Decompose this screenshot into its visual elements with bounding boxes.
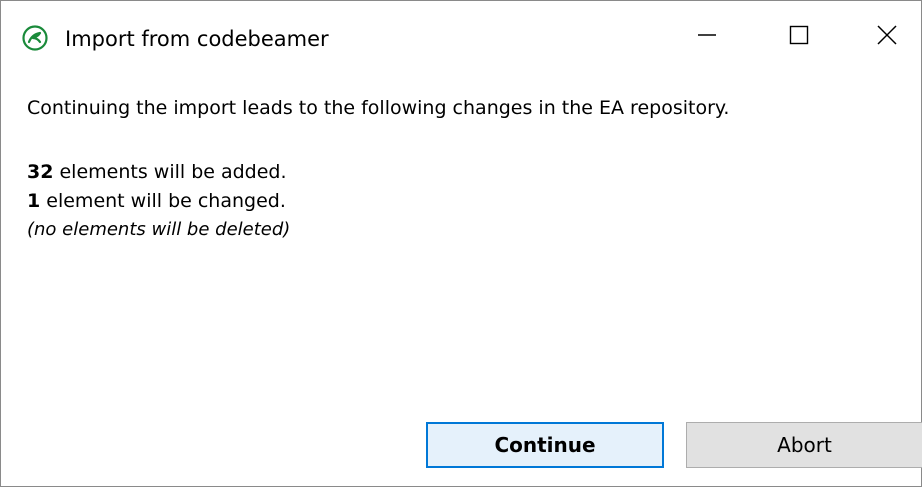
continue-button[interactable]: Continue [426, 422, 664, 468]
codebeamer-logo-icon [22, 25, 48, 51]
changed-summary: 1 element will be changed. [27, 188, 286, 214]
minimize-icon [697, 25, 717, 49]
changed-text: element will be changed. [40, 190, 286, 212]
close-button[interactable] [841, 1, 922, 73]
maximize-button[interactable] [753, 1, 845, 73]
deleted-summary: (no elements will be deleted) [27, 219, 291, 240]
added-count: 32 [27, 161, 54, 183]
maximize-icon [789, 25, 809, 49]
title-bar[interactable]: Import from codebeamer [1, 1, 921, 73]
window-title: Import from codebeamer [65, 27, 329, 51]
close-icon [877, 25, 897, 49]
added-summary: 32 elements will be added. [27, 159, 287, 185]
added-text: elements will be added. [53, 161, 287, 183]
minimize-button[interactable] [661, 1, 753, 73]
abort-label: Abort [777, 433, 832, 457]
intro-text: Continuing the import leads to the follo… [27, 97, 730, 119]
continue-label: Continue [494, 433, 596, 457]
import-dialog-window: Import from codebeamer Continuing the im… [0, 0, 922, 487]
changed-count: 1 [27, 190, 41, 212]
abort-button[interactable]: Abort [686, 422, 922, 468]
